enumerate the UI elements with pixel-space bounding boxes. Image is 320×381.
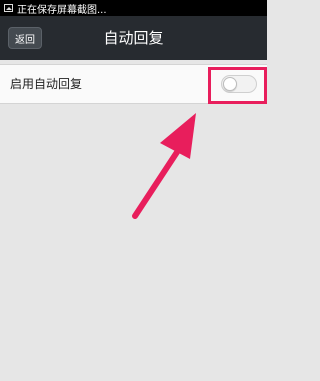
arrow-up-right-icon <box>132 113 196 219</box>
